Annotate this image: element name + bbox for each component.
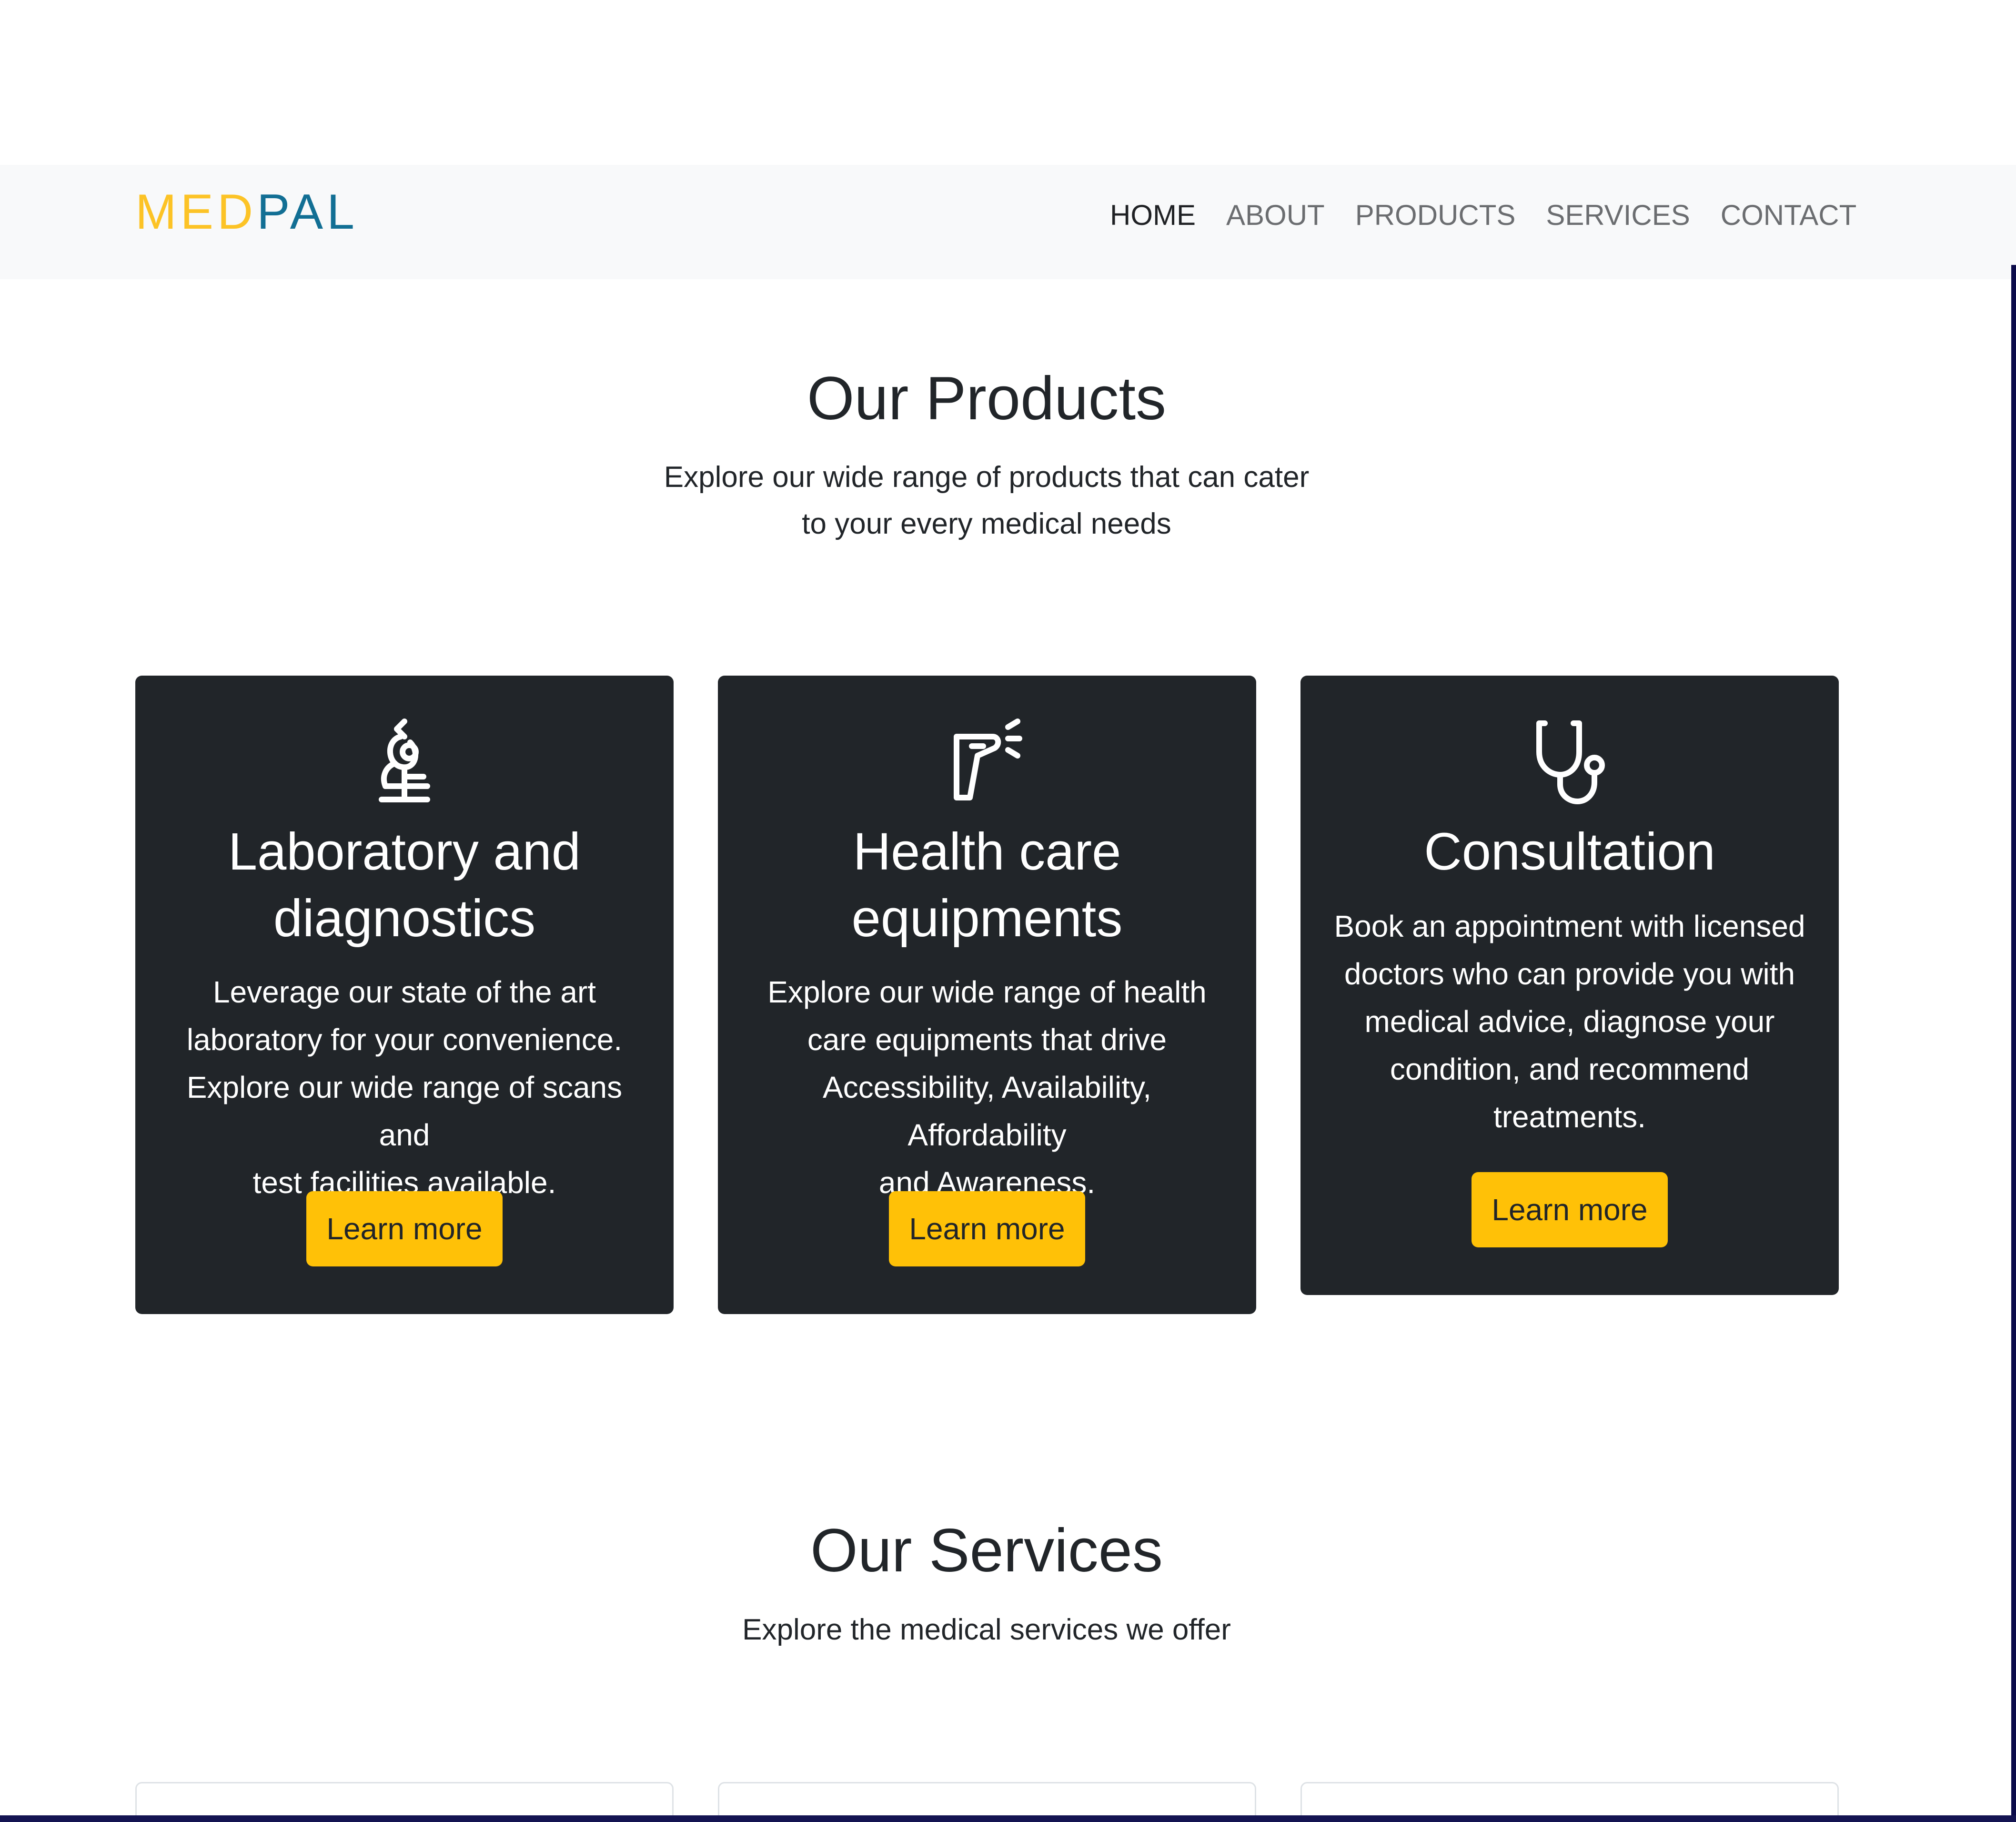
nav-home[interactable]: HOME <box>1110 196 1196 234</box>
card-description: Book an appointment with licensed doctor… <box>1327 902 1812 1141</box>
product-card-equipment: Health care equipments Explore our wide … <box>718 676 1256 1314</box>
window-edge <box>2011 265 2016 1822</box>
card-title-line1: Laboratory and <box>228 822 581 881</box>
card-text-line: Explore our wide range of health <box>767 975 1207 1009</box>
microscope-icon <box>379 719 430 802</box>
card-text-line: care equipments that drive <box>807 1022 1167 1057</box>
product-card-laboratory: Laboratory and diagnostics Leverage our … <box>135 676 674 1314</box>
product-card-consultation: Consultation Book an appointment with li… <box>1300 676 1839 1295</box>
products-subtitle-line2: to your every medical needs <box>802 507 1171 540</box>
main-nav: HOME ABOUT PRODUCTS SERVICES CONTACT <box>1110 196 1856 234</box>
card-title-line2: diagnostics <box>273 889 536 948</box>
card-text-line: medical advice, diagnose your <box>1364 1004 1775 1039</box>
card-title-line2: equipments <box>851 889 1123 948</box>
products-subtitle: Explore our wide range of products that … <box>627 454 1346 547</box>
brand-part-med: MED <box>135 184 257 240</box>
card-text-line: Book an appointment with licensed <box>1334 909 1805 943</box>
nav-about[interactable]: ABOUT <box>1226 196 1325 234</box>
page: MEDPAL HOME ABOUT PRODUCTS SERVICES CONT… <box>0 0 2016 1822</box>
card-text-line: Leverage our state of the art <box>212 975 596 1009</box>
products-subtitle-line1: Explore our wide range of products that … <box>664 461 1310 494</box>
window-bottom-edge <box>0 1815 2016 1822</box>
card-text-line: Explore our wide range of scans and <box>186 1070 623 1152</box>
nav-contact[interactable]: CONTACT <box>1721 196 1857 234</box>
services-title: Our Services <box>810 1517 1163 1585</box>
nav-products[interactable]: PRODUCTS <box>1355 196 1516 234</box>
card-title: Consultation <box>1424 822 1715 881</box>
thermometer-gun-icon <box>954 719 1022 800</box>
card-title: Health care equipments <box>737 819 1237 952</box>
brand-part-pal: PAL <box>257 184 358 240</box>
card-text-line: Accessibility, Availability, Affordabili… <box>822 1070 1152 1152</box>
products-title: Our Products <box>806 364 1167 433</box>
card-text-line: condition, and recommend <box>1390 1052 1750 1086</box>
learn-more-button[interactable]: Learn more <box>889 1191 1085 1266</box>
card-description: Leverage our state of the art laboratory… <box>162 968 647 1206</box>
stethoscope-icon <box>1536 720 1605 804</box>
learn-more-button[interactable]: Learn more <box>1472 1172 1668 1247</box>
learn-more-button[interactable]: Learn more <box>306 1191 503 1266</box>
card-text-line: doctors who can provide you with <box>1344 957 1795 991</box>
card-text-line: laboratory for your convenience. <box>186 1022 623 1057</box>
card-title-line1: Health care <box>853 822 1121 881</box>
nav-services[interactable]: SERVICES <box>1546 196 1690 234</box>
brand-logo[interactable]: MEDPAL <box>135 186 358 238</box>
card-description: Explore our wide range of health care eq… <box>745 968 1230 1206</box>
card-title: Laboratory and diagnostics <box>154 819 655 952</box>
services-subtitle: Explore the medical services we offer <box>742 1613 1231 1646</box>
card-text-line: treatments. <box>1493 1100 1646 1134</box>
